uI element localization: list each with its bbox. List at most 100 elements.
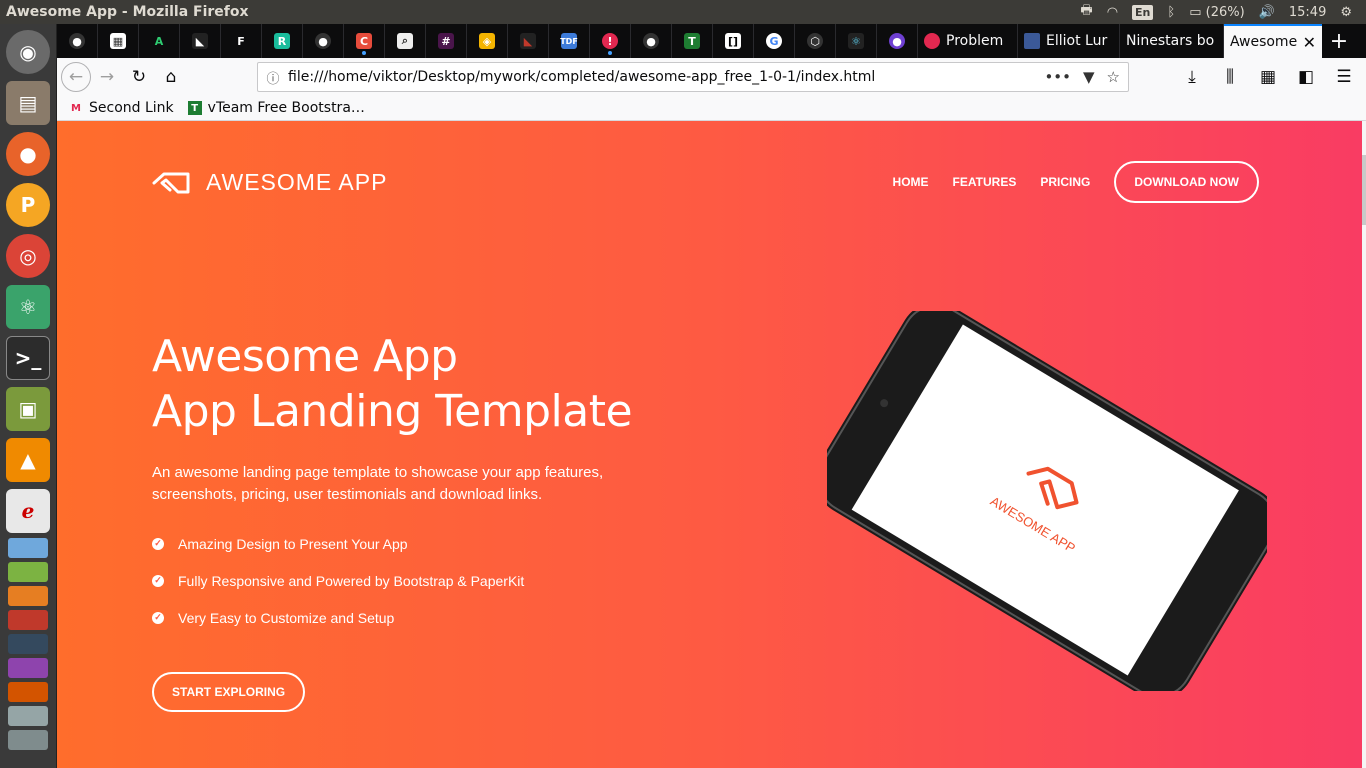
pinned-tab[interactable]: ◣ <box>508 24 549 58</box>
start-exploring-button[interactable]: START EXPLORING <box>152 672 306 712</box>
stacked-app-icon-9[interactable] <box>8 730 48 750</box>
tab-problem[interactable]: Problem <box>918 24 1018 58</box>
pinned-tab[interactable]: ◣ <box>180 24 221 58</box>
app-p-icon[interactable]: P <box>6 183 50 227</box>
landing-page-hero: AWESOME APP HOME FEATURES PRICING DOWNLO… <box>57 121 1362 768</box>
nav-pricing[interactable]: PRICING <box>1040 175 1090 189</box>
stacked-app-icon-7[interactable] <box>8 682 48 702</box>
list-item: ✓ Very Easy to Customize and Setup <box>152 599 524 636</box>
pinned-tab[interactable]: ● <box>877 24 918 58</box>
feature-list: ✓ Amazing Design to Present Your App ✓ Ful… <box>152 525 524 636</box>
unity-launcher: ◉ ▤ ● P ◎ ⚛ >_ ▣ ▲ ℯ <box>0 24 57 768</box>
page-scrollbar[interactable] <box>1362 121 1366 768</box>
back-button[interactable]: ← <box>61 62 91 92</box>
library-icon[interactable]: ⫼ <box>1214 61 1246 93</box>
feature-text: Very Easy to Customize and Setup <box>178 609 395 626</box>
stacked-app-icon-1[interactable] <box>8 538 48 558</box>
pinned-tab[interactable]: G <box>754 24 795 58</box>
tab-label: Ninestars bo <box>1126 33 1215 49</box>
tab-notification-dot <box>362 51 366 55</box>
pocket-icon[interactable]: ▼ <box>1083 68 1095 86</box>
stacked-app-icon-8[interactable] <box>8 706 48 726</box>
close-tab-icon[interactable]: ✕ <box>1303 33 1316 52</box>
reload-button[interactable]: ↻ <box>123 61 155 93</box>
pinned-tab[interactable]: ● <box>303 24 344 58</box>
pinned-tab[interactable]: ! <box>590 24 631 58</box>
pinned-tab[interactable]: [] <box>713 24 754 58</box>
system-top-bar: Awesome App - Mozilla Firefox 🖶 ◠ En ᛒ ▭… <box>0 0 1366 24</box>
sidebar-icon[interactable]: ◧ <box>1290 61 1322 93</box>
pinned-tab[interactable]: T <box>672 24 713 58</box>
scrollbar-thumb[interactable] <box>1362 155 1366 225</box>
bookmark-star-icon[interactable]: ☆ <box>1107 68 1120 86</box>
stacked-app-icon-5[interactable] <box>8 634 48 654</box>
power-gear-icon[interactable]: ⚙ <box>1340 5 1352 20</box>
navigation-toolbar: ← → ↻ ⌂ ⓘ file:///home/viktor/Desktop/my… <box>57 58 1366 96</box>
home-button[interactable]: ⌂ <box>155 61 187 93</box>
trello-icon: ▦ <box>110 33 126 49</box>
github-icon: ● <box>643 33 659 49</box>
tab-ninestars[interactable]: Ninestars bo <box>1120 24 1224 58</box>
check-circle-icon: ✓ <box>152 574 164 587</box>
pinned-tab[interactable]: ● <box>57 24 98 58</box>
ubuntu-dash-icon[interactable]: ◉ <box>6 30 50 74</box>
new-tab-button[interactable]: + <box>1322 24 1356 58</box>
battery-indicator[interactable]: ▭ (26%) <box>1189 5 1244 20</box>
site-brand[interactable]: AWESOME APP <box>152 169 387 196</box>
pinned-tab[interactable]: ● <box>631 24 672 58</box>
url-text[interactable]: file:///home/viktor/Desktop/mywork/compl… <box>288 69 1044 85</box>
github-icon: ● <box>315 33 331 49</box>
url-bar[interactable]: ⓘ file:///home/viktor/Desktop/mywork/com… <box>257 62 1129 92</box>
stacked-app-icon-2[interactable] <box>8 562 48 582</box>
stacked-app-icon-3[interactable] <box>8 586 48 606</box>
pinned-tab[interactable]: F <box>221 24 262 58</box>
pinned-tab[interactable]: ⌕ <box>385 24 426 58</box>
pinned-tab[interactable]: ⬡ <box>795 24 836 58</box>
stacked-app-icon-4[interactable] <box>8 610 48 630</box>
printer-icon[interactable]: 🖶 <box>1080 1 1092 23</box>
nav-home[interactable]: HOME <box>893 175 929 189</box>
extension-icon[interactable]: ▦ <box>1252 61 1284 93</box>
pinned-tab[interactable]: # <box>426 24 467 58</box>
downloads-icon[interactable]: ⤓ <box>1176 61 1208 93</box>
stacked-app-icon-6[interactable] <box>8 658 48 678</box>
bookmark-second-link[interactable]: M Second Link <box>69 100 174 116</box>
wifi-icon[interactable]: ◠ <box>1107 5 1118 20</box>
nav-features[interactable]: FEATURES <box>953 175 1017 189</box>
bluetooth-icon[interactable]: ᛒ <box>1167 5 1175 20</box>
tab-label: Awesome <box>1230 34 1298 50</box>
clock[interactable]: 15:49 <box>1289 5 1326 20</box>
pinned-tab[interactable]: ◈ <box>467 24 508 58</box>
pinned-tab[interactable]: C <box>344 24 385 58</box>
alert-icon <box>924 33 940 49</box>
tab-elliot[interactable]: Elliot Lur <box>1018 24 1120 58</box>
battery-icon: ▭ <box>1189 4 1202 20</box>
pinned-tab[interactable]: ⚛ <box>836 24 877 58</box>
app-purple-icon: ● <box>889 33 905 49</box>
image-viewer-icon[interactable]: ▣ <box>6 387 50 431</box>
bookmark-label: vTeam Free Bootstra… <box>207 100 365 116</box>
site-info-icon[interactable]: ⓘ <box>258 68 288 87</box>
tab-notification-dot <box>608 51 612 55</box>
terminal-icon[interactable]: >_ <box>6 336 50 380</box>
vlc-icon[interactable]: ▲ <box>6 438 50 482</box>
pinned-tab[interactable]: A <box>139 24 180 58</box>
pinned-tab[interactable]: R <box>262 24 303 58</box>
system-indicators: 🖶 ◠ En ᛒ ▭ (26%) 🔊 15:49 ⚙ <box>1080 1 1366 23</box>
volume-icon[interactable]: 🔊 <box>1259 5 1275 20</box>
forward-button[interactable]: → <box>91 61 123 93</box>
tab-active-awesome[interactable]: Awesome ✕ <box>1224 24 1322 58</box>
pinned-tab[interactable]: TDF <box>549 24 590 58</box>
page-actions-icon[interactable]: ••• <box>1044 68 1071 86</box>
menu-hamburger-icon[interactable]: ☰ <box>1328 61 1360 93</box>
bookmark-vteam[interactable]: TvTeam Free Bootstra… <box>187 100 365 116</box>
phone-mockup: AWESOME APP <box>815 302 1279 700</box>
chrome-icon[interactable]: ◎ <box>6 234 50 278</box>
keyboard-layout-indicator[interactable]: En <box>1132 4 1154 20</box>
atom-editor-icon[interactable]: ⚛ <box>6 285 50 329</box>
document-viewer-icon[interactable]: ℯ <box>6 489 50 533</box>
pinned-tab[interactable]: ▦ <box>98 24 139 58</box>
files-cabinet-icon[interactable]: ▤ <box>6 81 50 125</box>
firefox-icon[interactable]: ● <box>6 132 50 176</box>
download-now-button[interactable]: DOWNLOAD NOW <box>1114 161 1259 203</box>
